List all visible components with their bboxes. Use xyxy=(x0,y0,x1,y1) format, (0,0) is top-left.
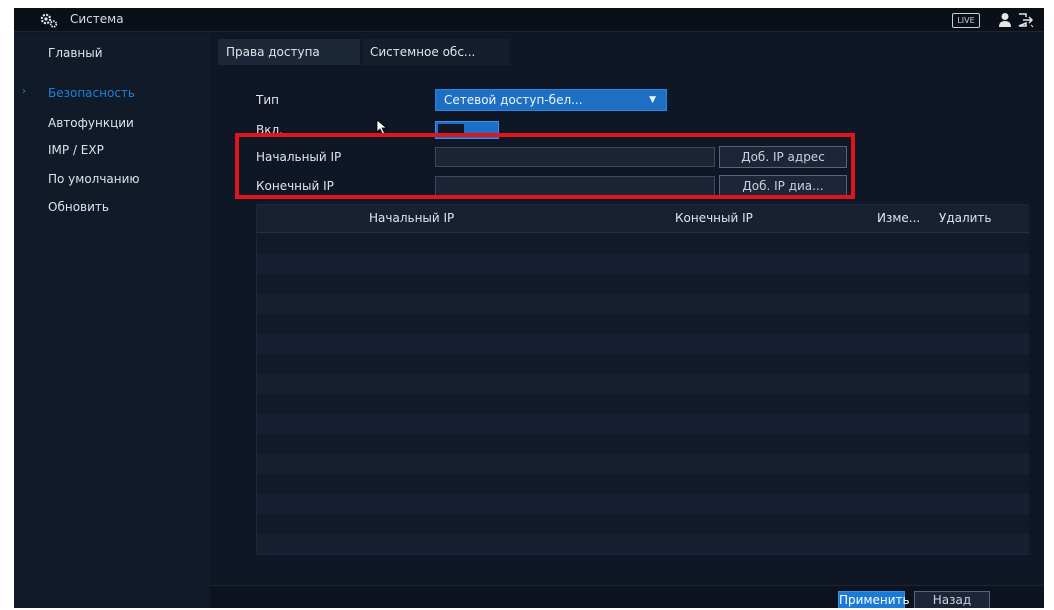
toggle-knob xyxy=(438,124,464,136)
type-select[interactable]: Сетевой доступ-бел... ▼ xyxy=(435,89,667,111)
sidebar-item-main[interactable]: Главный xyxy=(48,43,103,63)
column-end-ip: Конечный IP xyxy=(675,211,753,225)
table-row xyxy=(257,254,1029,274)
add-ip-range-button[interactable]: Доб. IP диа... xyxy=(719,175,847,197)
table-row xyxy=(257,434,1029,454)
table-row xyxy=(257,534,1029,554)
table-row xyxy=(257,514,1029,534)
table-row xyxy=(257,234,1029,254)
dvr-settings-screen: Система LIVE › Главный Безопасность Авто… xyxy=(14,8,1044,608)
chevron-down-icon: ▼ xyxy=(649,95,656,105)
sidebar-item-update[interactable]: Обновить xyxy=(48,197,109,217)
apply-button[interactable]: Применить xyxy=(838,591,910,608)
column-delete: Удалить xyxy=(939,211,992,225)
table-row xyxy=(257,334,1029,354)
footer-bar: Применить Назад xyxy=(210,585,1044,608)
end-ip-label: Конечный IP xyxy=(256,179,334,193)
window-title: Система xyxy=(70,12,124,26)
end-ip-input[interactable] xyxy=(435,176,715,196)
table-row xyxy=(257,374,1029,394)
table-row xyxy=(257,294,1029,314)
enable-toggle[interactable] xyxy=(435,121,499,139)
sidebar: › Главный Безопасность Автофункции IMP /… xyxy=(14,33,210,608)
table-row xyxy=(257,494,1029,514)
table-row xyxy=(257,354,1029,374)
user-icon[interactable] xyxy=(998,12,1012,28)
table-header: Начальный IP Конечный IP Изме... Удалить xyxy=(257,205,1029,233)
main-panel: Права доступа Системное обс... Тип Сетев… xyxy=(210,33,1044,608)
top-bar: Система LIVE xyxy=(14,8,1044,32)
mouse-cursor-icon xyxy=(376,119,388,135)
type-select-value: Сетевой доступ-бел... xyxy=(444,93,583,107)
sidebar-item-autofunctions[interactable]: Автофункции xyxy=(48,113,134,133)
tab-access-rights[interactable]: Права доступа xyxy=(218,39,360,65)
start-ip-label: Начальный IP xyxy=(256,150,342,164)
sidebar-item-defaults[interactable]: По умолчанию xyxy=(48,169,140,189)
enable-label: Вкл. xyxy=(256,123,283,137)
logout-icon[interactable] xyxy=(1017,12,1035,28)
add-ip-address-button[interactable]: Доб. IP адрес xyxy=(719,146,847,168)
start-ip-input[interactable] xyxy=(435,147,715,167)
active-indicator-icon: › xyxy=(22,86,26,97)
table-row xyxy=(257,474,1029,494)
tab-system-service[interactable]: Системное обс... xyxy=(362,39,510,65)
table-row xyxy=(257,394,1029,414)
column-edit: Изме... xyxy=(877,211,921,225)
table-row xyxy=(257,454,1029,474)
table-row xyxy=(257,274,1029,294)
column-start-ip: Начальный IP xyxy=(369,211,455,225)
ip-list-table: Начальный IP Конечный IP Изме... Удалить xyxy=(256,204,1029,555)
back-button[interactable]: Назад xyxy=(914,591,990,608)
live-button[interactable]: LIVE xyxy=(952,13,980,28)
gears-icon xyxy=(40,13,58,28)
table-row xyxy=(257,414,1029,434)
table-row xyxy=(257,314,1029,334)
type-label: Тип xyxy=(256,93,279,107)
sidebar-item-security[interactable]: Безопасность xyxy=(48,83,135,103)
sidebar-item-imp-exp[interactable]: IMP / EXP xyxy=(48,140,104,160)
